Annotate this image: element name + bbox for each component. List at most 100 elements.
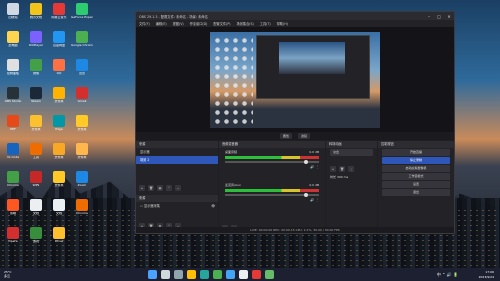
add-icon[interactable]: + (330, 166, 336, 172)
edge-icon[interactable] (200, 270, 209, 279)
desktop-icon[interactable]: 此电脑 (2, 30, 24, 54)
desktop-icon[interactable]: 腾讯文档 (25, 2, 47, 26)
taskbar: 25°C 多云 中 ⌃ 🔊 🔋 17:06 2023/9/24 (0, 268, 500, 281)
desktop-icon[interactable]: PotPlayer (25, 30, 47, 54)
desktop-icon-label: 工具 (32, 156, 39, 159)
volume-slider-handle[interactable] (303, 160, 308, 164)
desktop-icon[interactable]: GeForce Experience (71, 2, 93, 26)
control-button[interactable]: 停止录制 (382, 157, 450, 164)
desktop-icon[interactable]: 文件夹 (48, 86, 70, 110)
desktop-icon[interactable]: QQ (48, 58, 70, 82)
desktop-icon-label: 此电脑 (8, 44, 18, 47)
minimize-icon[interactable]: – (424, 14, 434, 19)
desktop-icon[interactable]: Zoom (71, 170, 93, 194)
control-button[interactable]: 设置 (382, 181, 450, 188)
menu-item[interactable]: 场景集合(S) (237, 21, 254, 26)
desktop-icon[interactable]: 文件夹 (48, 170, 70, 194)
desktop-icon[interactable]: 文件夹 (71, 114, 93, 138)
desktop-icon[interactable]: Vs Code (2, 142, 24, 166)
app-icon (7, 115, 19, 127)
desktop-icon[interactable]: Steam (25, 86, 47, 110)
desktop-icon-label: Steam (31, 100, 41, 103)
desktop-icon[interactable]: 微信 (25, 58, 47, 82)
close-icon[interactable]: ✕ (444, 14, 454, 19)
control-button[interactable]: 工作室模式 (382, 173, 450, 180)
task-view-icon[interactable] (174, 270, 183, 279)
desktop-icon-label: PDF (10, 128, 16, 131)
speaker-icon[interactable]: 🔊 ⋮ (310, 165, 319, 169)
app-icon (7, 59, 19, 71)
desktop-icon[interactable]: 迅雷 (71, 58, 93, 82)
filters-button[interactable]: 滤镜 (298, 133, 311, 139)
desktop-icon[interactable]: WPS (25, 170, 47, 194)
desktop-icon[interactable]: OBS Studio (2, 86, 24, 110)
obs-titlebar[interactable]: OBS 29.1.3 - 配置文件: 未命名 - 场景: 未命名 – □ ✕ (136, 12, 454, 20)
app-icon (7, 3, 19, 15)
arrow-up-icon[interactable]: ⌃ (166, 185, 172, 191)
add-icon[interactable]: + (139, 185, 145, 191)
store-icon[interactable] (226, 270, 235, 279)
control-button[interactable]: 启动虚拟摄像机 (382, 165, 450, 172)
desktop-icon[interactable]: 百度网盘 (48, 30, 70, 54)
transition-select[interactable]: 淡出 (330, 149, 373, 156)
desktop-icon[interactable]: 文件夹 (48, 142, 70, 166)
desktop-icon-label: Chrome (7, 184, 19, 187)
desktop-icon[interactable]: 控制面板 (2, 58, 24, 82)
start-icon[interactable] (148, 270, 157, 279)
desktop-icon[interactable]: Chrome (71, 198, 93, 222)
scene-item-selected[interactable]: 场景 2 (136, 156, 218, 164)
desktop-icon[interactable]: Chrome (2, 170, 24, 194)
duration-input[interactable]: 300 ms (337, 175, 348, 179)
desktop-icon[interactable]: 文件夹 (71, 142, 93, 166)
wechat-icon[interactable] (265, 270, 274, 279)
menu-item[interactable]: 文件(F) (139, 21, 150, 26)
desktop-icon[interactable]: 文档 (48, 198, 70, 222)
desktop-icon[interactable]: 文档 (25, 198, 47, 222)
speaker-icon[interactable]: 🔊 ⋮ (310, 198, 319, 202)
desktop-icon[interactable]: PDF (2, 114, 24, 138)
desktop-icon[interactable]: 文件夹 (25, 114, 47, 138)
obs-window[interactable]: OBS 29.1.3 - 配置文件: 未命名 - 场景: 未命名 – □ ✕ 文… (135, 11, 455, 234)
desktop-icon[interactable]: Google Chrome (71, 30, 93, 54)
menu-item[interactable]: 配置文件(P) (213, 21, 230, 26)
search-icon[interactable] (161, 270, 170, 279)
desktop-icon[interactable]: 网易云音乐 (48, 2, 70, 26)
desktop-icon[interactable]: Drive (48, 226, 70, 250)
desktop-icon[interactable]: Edge (48, 114, 70, 138)
control-button[interactable]: 退出 (382, 189, 450, 196)
menu-icon[interactable]: ⋮ (348, 166, 354, 172)
desktop-icon[interactable]: 回收站 (2, 2, 24, 26)
desktop-icon[interactable]: Opera (2, 226, 24, 250)
system-tray[interactable]: 中 ⌃ 🔊 🔋 (437, 272, 458, 278)
desktop-icon[interactable]: 工具 (25, 142, 47, 166)
volume-slider[interactable] (225, 193, 319, 197)
chrome-icon[interactable] (213, 270, 222, 279)
file-explorer-icon[interactable] (187, 270, 196, 279)
menu-item[interactable]: 编辑(E) (156, 21, 167, 26)
menu-item[interactable]: 工具(T) (260, 21, 271, 26)
weather-widget[interactable]: 25°C 多云 (4, 270, 11, 278)
desktop-icon[interactable]: 剪映 (2, 198, 24, 222)
source-item[interactable]: ▭ 显示器采集 👁 (136, 202, 218, 210)
trash-icon[interactable]: 🗑 (148, 185, 154, 191)
trash-icon[interactable]: 🗑 (339, 166, 345, 172)
source-label: 显示器采集 (144, 204, 160, 208)
menu-item[interactable]: 视图(V) (173, 21, 184, 26)
volume-slider-handle[interactable] (303, 193, 308, 197)
scene-item[interactable]: 显示器 (136, 148, 218, 156)
control-button[interactable]: 开始直播 (382, 149, 450, 156)
eye-icon[interactable]: 👁 (211, 202, 215, 210)
menu-item[interactable]: 帮助(H) (277, 21, 288, 26)
desktop-icon[interactable]: 游戏 (25, 226, 47, 250)
maximize-icon[interactable]: □ (434, 14, 444, 19)
preview-area[interactable] (136, 27, 454, 132)
config-icon[interactable]: ▤ (157, 185, 163, 191)
menu-item[interactable]: 停靠窗口(D) (190, 21, 208, 26)
volume-slider[interactable] (225, 160, 319, 164)
desktop-icon[interactable]: Gmail (71, 86, 93, 110)
obs-icon[interactable] (239, 270, 248, 279)
arrow-down-icon[interactable]: ⌄ (175, 185, 181, 191)
netease-icon[interactable] (252, 270, 261, 279)
clock[interactable]: 17:06 2023/9/24 (479, 270, 494, 279)
properties-button[interactable]: 属性 (279, 133, 292, 139)
